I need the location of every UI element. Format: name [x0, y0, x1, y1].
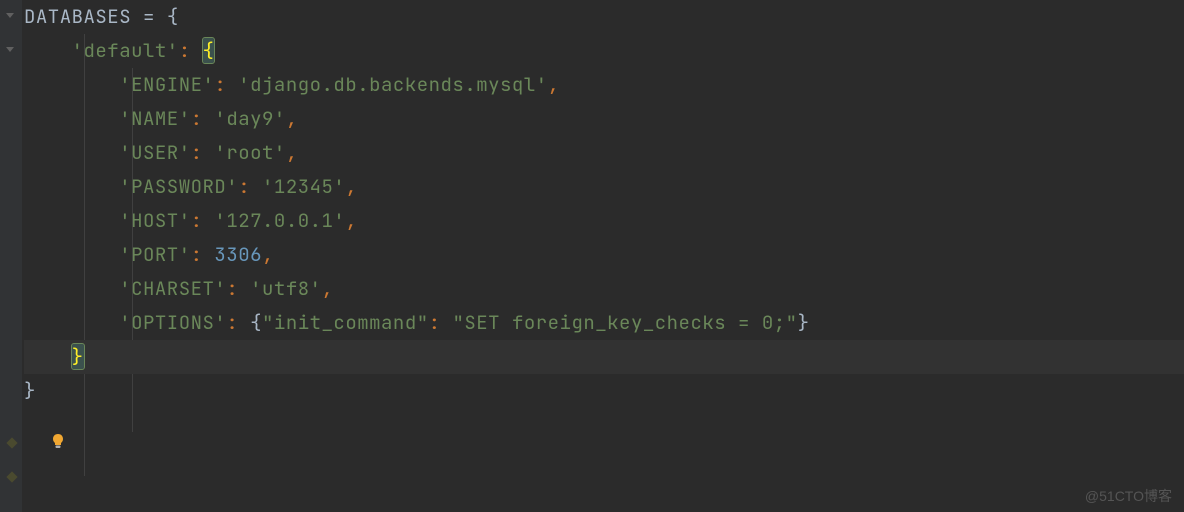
colon: :	[179, 38, 191, 63]
number-literal: 3306	[214, 242, 262, 267]
brace-highlight: }	[72, 344, 84, 369]
code-line: 'HOST': '127.0.0.1',	[24, 204, 1184, 238]
brace: }	[24, 378, 36, 403]
string-literal: '127.0.0.1'	[214, 208, 345, 233]
brace: {	[167, 4, 179, 29]
code-line: DATABASES = {	[24, 0, 1184, 34]
intention-bulb-icon[interactable]	[48, 431, 68, 451]
string-literal: "SET foreign_key_checks = 0;"	[452, 310, 797, 335]
operator: =	[131, 4, 167, 29]
brace-highlight: {	[203, 38, 215, 63]
dict-key: 'USER'	[119, 140, 190, 165]
string-literal: 'root'	[214, 140, 285, 165]
string-literal: 'day9'	[214, 106, 285, 131]
string-literal: 'utf8'	[250, 276, 321, 301]
dict-key: 'NAME'	[119, 106, 190, 131]
dict-key: 'PASSWORD'	[119, 174, 238, 199]
code-line: 'CHARSET': 'utf8',	[24, 272, 1184, 306]
string-literal: "init_command"	[262, 310, 429, 335]
code-line: 'default': {	[24, 34, 1184, 68]
code-line: 'ENGINE': 'django.db.backends.mysql',	[24, 68, 1184, 102]
code-line: 'PASSWORD': '12345',	[24, 170, 1184, 204]
dict-key: 'default'	[72, 38, 179, 63]
dict-key: 'PORT'	[119, 242, 190, 267]
fold-icon[interactable]	[2, 43, 18, 59]
dirty-marker-icon	[2, 469, 18, 485]
fold-icon[interactable]	[2, 9, 18, 25]
gutter	[0, 0, 22, 512]
dict-key: 'HOST'	[119, 208, 190, 233]
string-literal: 'django.db.backends.mysql'	[238, 72, 547, 97]
code-editor[interactable]: DATABASES = { 'default': { 'ENGINE': 'dj…	[0, 0, 1184, 512]
dict-key: 'OPTIONS'	[119, 310, 226, 335]
dict-key: 'ENGINE'	[119, 72, 214, 97]
code-line: 'USER': 'root',	[24, 136, 1184, 170]
watermark: @51CTO博客	[1085, 486, 1172, 506]
code-area[interactable]: DATABASES = { 'default': { 'ENGINE': 'dj…	[22, 0, 1184, 512]
dict-key: 'CHARSET'	[119, 276, 226, 301]
code-line: 'NAME': 'day9',	[24, 102, 1184, 136]
string-literal: '12345'	[262, 174, 345, 199]
code-line: 'OPTIONS': {"init_command": "SET foreign…	[24, 306, 1184, 340]
code-line: 'PORT': 3306,	[24, 238, 1184, 272]
code-line: }	[24, 374, 1184, 408]
code-line-current: }	[24, 340, 1184, 374]
identifier: DATABASES	[24, 4, 131, 29]
dirty-marker-icon	[2, 435, 18, 451]
